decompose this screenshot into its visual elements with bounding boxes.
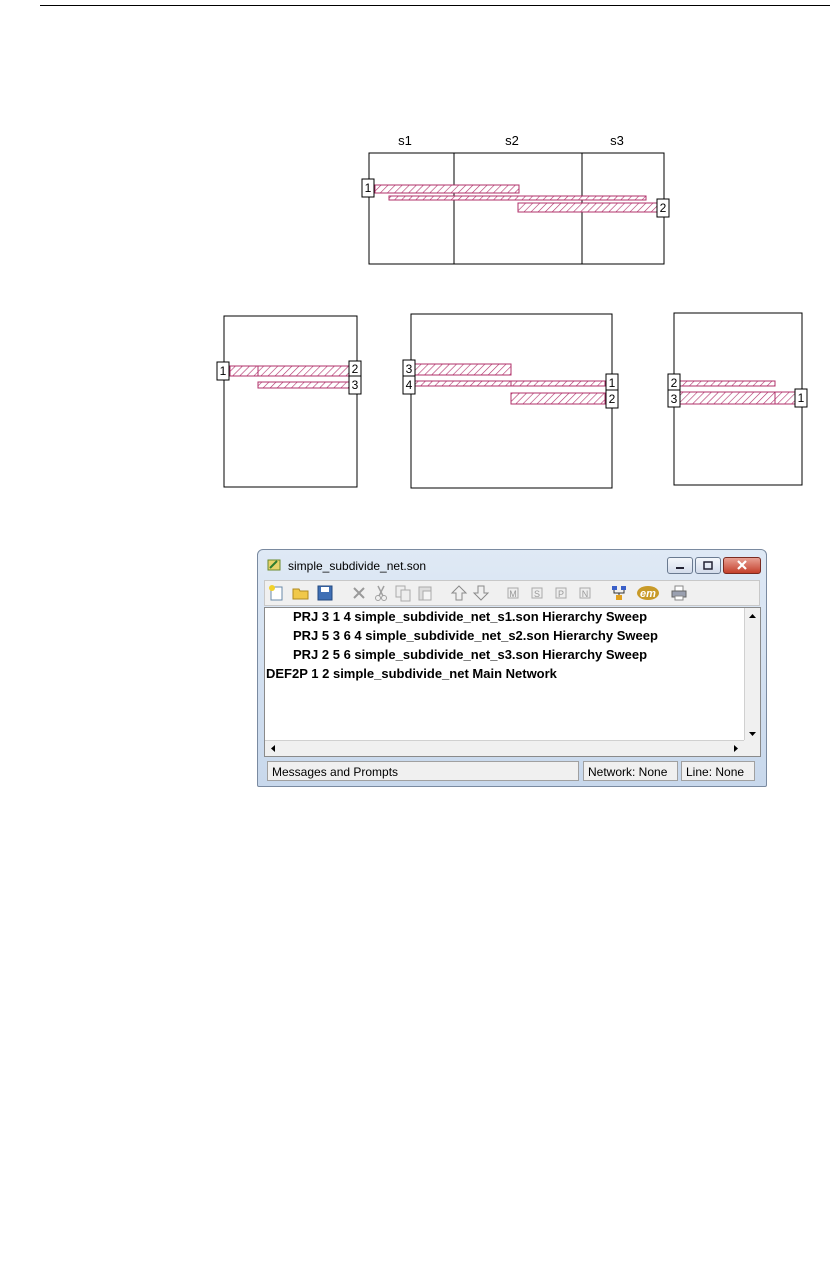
close-button[interactable] (723, 557, 761, 574)
paste-icon[interactable] (416, 584, 434, 602)
cut-icon[interactable] (372, 584, 390, 602)
section-label-s1: s1 (398, 133, 412, 148)
trace (414, 380, 606, 387)
close-icon (737, 560, 747, 570)
netlist-line: PRJ 2 5 6 simple_subdivide_net_s3.son Hi… (293, 647, 648, 662)
port-label: 3 (406, 362, 413, 376)
port-label: 1 (798, 391, 805, 405)
scroll-up-icon[interactable] (745, 609, 760, 623)
scrollbar-corner (744, 740, 760, 756)
port-label: 1 (365, 181, 372, 195)
port-label: 2 (660, 201, 667, 215)
maximize-button[interactable] (695, 557, 721, 574)
scroll-right-icon[interactable] (729, 741, 743, 756)
trace (678, 380, 776, 387)
window-title: simple_subdivide_net.son (288, 559, 427, 573)
svg-text:S: S (534, 589, 540, 599)
section-label-s2: s2 (505, 133, 519, 148)
svg-text:N: N (582, 589, 589, 599)
netlist-line: PRJ 3 1 4 simple_subdivide_net_s1.son Hi… (293, 609, 648, 624)
svg-text:M: M (509, 589, 517, 599)
status-network: Network: None (583, 761, 678, 781)
port-label: 3 (352, 378, 359, 392)
full-circuit: s1 s2 s3 1 2 (361, 133, 670, 265)
network-icon[interactable] (610, 584, 628, 602)
port-label: 2 (352, 362, 359, 376)
vertical-scrollbar[interactable] (744, 608, 760, 742)
minimize-button[interactable] (667, 557, 693, 574)
port-label: 1 (220, 364, 227, 378)
scroll-down-icon[interactable] (745, 727, 760, 741)
trace (414, 363, 512, 376)
down-arrow-icon[interactable] (472, 584, 490, 602)
up-arrow-icon[interactable] (450, 584, 468, 602)
minimize-icon (676, 567, 684, 569)
trace (388, 195, 647, 201)
netlist-line: DEF2P 1 2 simple_subdivide_net Main Netw… (266, 666, 557, 681)
title-bar[interactable]: simple_subdivide_net.son (258, 550, 766, 580)
scroll-left-icon[interactable] (266, 741, 280, 756)
subsection-s1: 1 2 3 (216, 315, 362, 488)
netlist-text-area[interactable]: PRJ 3 1 4 simple_subdivide_net_s1.son Hi… (264, 607, 761, 757)
subsection-s3: 2 3 1 (667, 312, 808, 486)
s1-box (223, 315, 358, 488)
toolbar: M S P N em (264, 580, 760, 606)
trace (229, 365, 351, 377)
svg-text:em: em (640, 588, 656, 600)
open-icon[interactable] (292, 584, 310, 602)
new-icon[interactable] (268, 584, 286, 602)
m-icon[interactable]: M (504, 584, 522, 602)
status-messages: Messages and Prompts (267, 761, 579, 781)
maximize-icon (703, 561, 713, 570)
delete-icon[interactable] (350, 584, 368, 602)
port-label: 4 (406, 378, 413, 392)
project-window: simple_subdivide_net.son M S P N em PRJ … (257, 549, 767, 787)
s-icon[interactable]: S (528, 584, 546, 602)
trace (510, 392, 606, 405)
p-icon[interactable]: P (552, 584, 570, 602)
horizontal-scrollbar[interactable] (265, 740, 744, 756)
svg-text:P: P (558, 589, 564, 599)
em-icon[interactable]: em (636, 584, 660, 602)
print-icon[interactable] (670, 584, 688, 602)
trace (374, 184, 520, 194)
subsection-s2: 3 4 1 2 (402, 313, 619, 489)
trace (257, 381, 351, 389)
netlist-line: PRJ 5 3 6 4 simple_subdivide_net_s2.son … (293, 628, 658, 643)
subdivide-diagram: s1 s2 s3 1 2 1 2 3 3 4 1 2 2 3 1 (216, 133, 808, 489)
app-icon (267, 559, 281, 571)
trace (517, 202, 659, 213)
section-label-s3: s3 (610, 133, 624, 148)
copy-icon[interactable] (394, 584, 412, 602)
save-icon[interactable] (316, 584, 334, 602)
status-line: Line: None (681, 761, 755, 781)
port-label: 1 (609, 376, 616, 390)
port-label: 3 (671, 392, 678, 406)
port-label: 2 (671, 376, 678, 390)
n-icon[interactable]: N (576, 584, 594, 602)
trace (678, 391, 796, 405)
port-label: 2 (609, 392, 616, 406)
